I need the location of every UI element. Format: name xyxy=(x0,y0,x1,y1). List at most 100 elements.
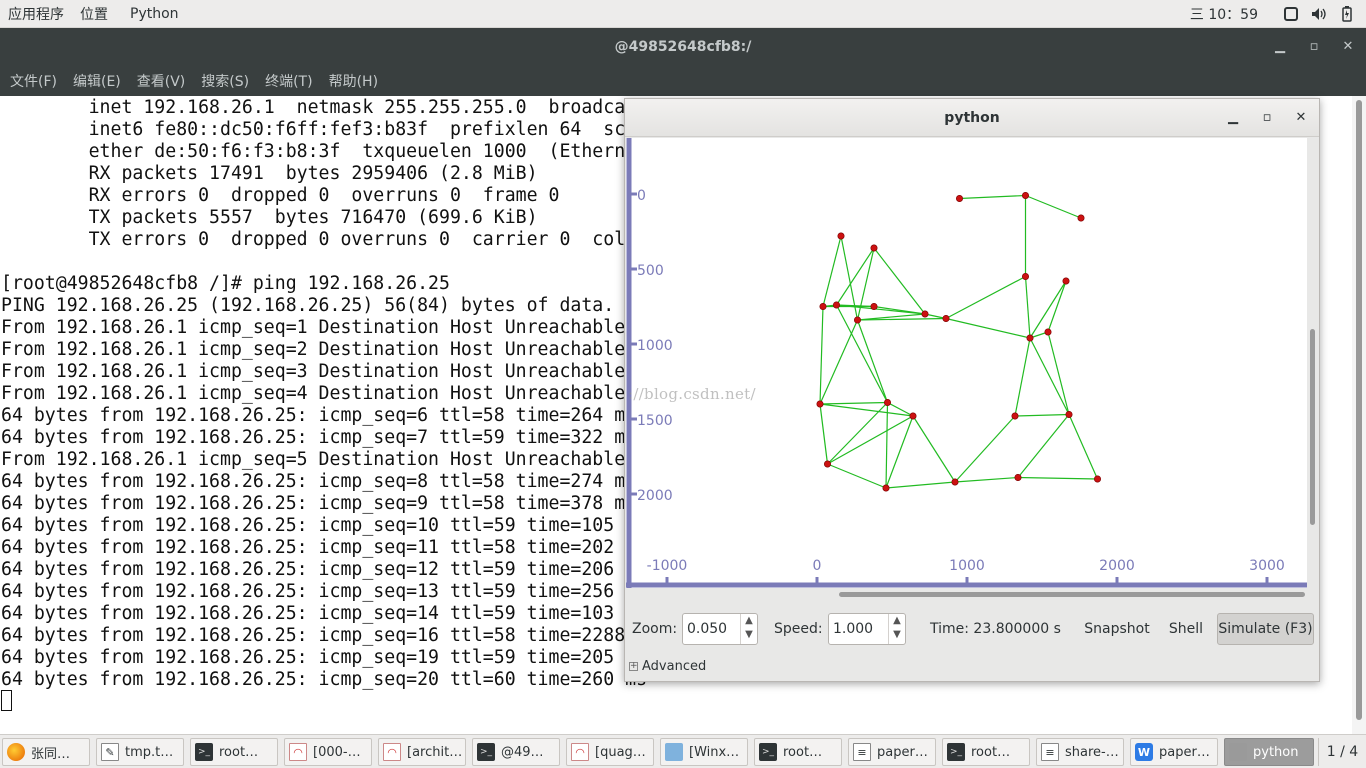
link-line xyxy=(1068,414,1099,480)
link-line xyxy=(1025,194,1082,219)
link-line xyxy=(1017,476,1098,480)
menu-view[interactable]: 查看(V) xyxy=(129,71,194,91)
taskbar-item[interactable]: Wpaper… xyxy=(1130,738,1218,766)
link-line xyxy=(1047,280,1067,333)
clock[interactable]: 三 10：59 xyxy=(1190,4,1258,24)
time-readout: Time: 23.800000 s xyxy=(930,621,1061,637)
speed-value: 1.000 xyxy=(833,621,874,637)
x-tick-label: 3000 xyxy=(1249,558,1285,574)
applications-menu[interactable]: 应用程序 xyxy=(0,4,72,24)
menu-file[interactable]: 文件(F) xyxy=(2,71,65,91)
terminal-scrollbar-thumb[interactable] xyxy=(1356,100,1362,720)
taskbar-item[interactable]: 张同… xyxy=(2,738,90,766)
python-window-title: python xyxy=(944,109,1000,126)
taskbar-item-label: tmp.t… xyxy=(125,744,174,760)
menu-edit[interactable]: 编辑(E) xyxy=(65,71,129,91)
app-menu[interactable]: Python xyxy=(122,6,187,22)
expand-icon: + xyxy=(629,661,638,671)
link-line xyxy=(912,415,956,483)
text-editor-icon: ✎ xyxy=(101,743,119,761)
node-point xyxy=(833,301,841,309)
watermark: ://blog.csdn.net/ xyxy=(628,385,756,403)
taskbar-item[interactable]: ≡ paper… xyxy=(848,738,936,766)
link-line xyxy=(954,415,1016,483)
taskbar-item[interactable]: [Winx… xyxy=(660,738,748,766)
wps-icon: W xyxy=(1135,743,1153,761)
node-point xyxy=(1093,475,1101,483)
snapshot-button[interactable]: Snapshot xyxy=(1081,613,1153,645)
taskbar-item[interactable]: ✎ tmp.t… xyxy=(96,738,184,766)
y-tick-label: 500 xyxy=(637,263,664,279)
taskbar-item[interactable]: >_ root… xyxy=(754,738,842,766)
system-tray: 三 10：59 xyxy=(1190,0,1356,28)
menu-terminal[interactable]: 终端(T) xyxy=(257,71,320,91)
zoom-spinbox[interactable]: 0.050 ▲ ▼ xyxy=(682,613,758,645)
taskbar-item[interactable]: ◠ [000-… xyxy=(284,738,372,766)
taskbar-item-label: paper… xyxy=(877,744,928,760)
simulate-button[interactable]: Simulate (F3) xyxy=(1217,613,1314,645)
node-point xyxy=(909,412,917,420)
close-button[interactable]: ✕ xyxy=(1338,37,1358,57)
maximize-button[interactable]: ▫ xyxy=(1304,37,1324,57)
terminal-titlebar[interactable]: @49852648cfb8:/ ▁ ▫ ✕ xyxy=(0,28,1366,66)
speed-stepper[interactable]: ▲ ▼ xyxy=(888,614,905,644)
taskbar-item[interactable]: ◠ [archit… xyxy=(378,738,466,766)
node-point xyxy=(1062,277,1070,285)
shell-button[interactable]: Shell xyxy=(1163,613,1209,645)
node-point xyxy=(1026,334,1034,342)
volume-icon[interactable] xyxy=(1310,6,1328,22)
python-maximize-button[interactable]: ▫ xyxy=(1257,108,1277,128)
node-point xyxy=(1065,410,1073,418)
link-line xyxy=(819,306,824,405)
x-tick-label: 2000 xyxy=(1099,558,1135,574)
python-titlebar[interactable]: python ▁ ▫ ✕ xyxy=(625,99,1319,137)
terminal-menubar: 文件(F) 编辑(E) 查看(V) 搜索(S) 终端(T) 帮助(H) xyxy=(0,66,1366,96)
taskbar-item[interactable]: >_ @49… xyxy=(472,738,560,766)
node-point xyxy=(1014,473,1022,481)
firefox-icon xyxy=(7,743,25,761)
menu-search[interactable]: 搜索(S) xyxy=(193,71,257,91)
canvas-vertical-scrollbar-thumb[interactable] xyxy=(1310,329,1315,525)
y-tick-label: 0 xyxy=(637,188,646,204)
taskbar-item-label: root… xyxy=(783,744,823,760)
node-point xyxy=(1021,273,1029,281)
workspace-pager[interactable]: 1 / 4 xyxy=(1318,738,1366,766)
taskbar-item[interactable]: python xyxy=(1224,738,1314,766)
taskbar-item[interactable]: >_ root… xyxy=(942,738,1030,766)
document-icon: ≡ xyxy=(853,743,871,761)
battery-icon[interactable] xyxy=(1338,6,1356,22)
node-point xyxy=(1021,191,1029,199)
link-line xyxy=(959,194,1026,200)
python-close-button[interactable]: ✕ xyxy=(1291,108,1311,128)
taskbar: 1 / 4 张同… ✎ tmp.t… >_ root… ◠ [000-… ◠ [archit… >… xyxy=(0,734,1366,768)
menu-help[interactable]: 帮助(H) xyxy=(321,71,386,91)
taskbar-item[interactable]: ◠ [quag… xyxy=(566,738,654,766)
link-line xyxy=(945,275,1026,320)
canvas-horizontal-scrollbar-thumb[interactable] xyxy=(839,592,1305,597)
screen-icon[interactable] xyxy=(1282,6,1300,22)
taskbar-item-label: [quag… xyxy=(595,744,646,760)
taskbar-item-label: python xyxy=(1253,744,1299,760)
link-line xyxy=(873,305,926,315)
zoom-stepper[interactable]: ▲ ▼ xyxy=(740,614,757,644)
terminal-icon: >_ xyxy=(477,743,495,761)
speed-spinbox[interactable]: 1.000 ▲ ▼ xyxy=(828,613,906,645)
minimize-button[interactable]: ▁ xyxy=(1270,37,1290,57)
node-point xyxy=(824,460,832,468)
link-line xyxy=(822,235,842,307)
taskbar-item-label: share-… xyxy=(1065,744,1119,760)
pdf-icon: ◠ xyxy=(289,743,307,761)
taskbar-item[interactable]: >_ root… xyxy=(190,738,278,766)
node-point xyxy=(1077,214,1085,222)
link-line xyxy=(819,403,914,417)
node-point xyxy=(819,303,827,311)
python-minimize-button[interactable]: ▁ xyxy=(1223,108,1243,128)
places-menu[interactable]: 位置 xyxy=(72,4,116,24)
link-line xyxy=(827,415,914,465)
simulation-canvas[interactable]: -5000500100015002000-10000100020003000 xyxy=(626,138,1307,588)
taskbar-item[interactable]: ≡ share-… xyxy=(1036,738,1124,766)
link-line xyxy=(856,319,889,403)
taskbar-item-label: root… xyxy=(219,744,259,760)
y-tick-label: 1500 xyxy=(637,413,673,429)
advanced-expander[interactable]: + Advanced xyxy=(629,659,706,674)
